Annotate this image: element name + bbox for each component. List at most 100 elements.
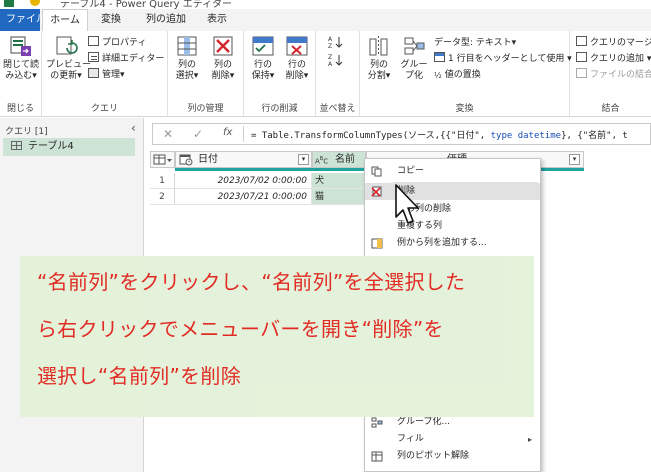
submenu-arrow-icon: ▸ xyxy=(527,435,532,444)
formula-bar: ✕ ✓ fx = Table.TransformColumnTypes(ソース,… xyxy=(152,123,651,145)
remove-columns-button[interactable]: 列の 削除▾ xyxy=(206,34,240,82)
column-header-name[interactable]: ABC 名前 xyxy=(312,151,366,168)
split-column-label-1: 列の xyxy=(369,60,388,70)
group-label-transform: 変換 xyxy=(455,104,474,114)
remove-rows-button[interactable]: 行の 削除▾ xyxy=(280,34,314,82)
ribbon-group-sort: AZ ZA 並べ替え xyxy=(316,31,360,117)
append-queries-label: クエリの追加 ▾ xyxy=(590,54,651,64)
delete-column-icon xyxy=(371,186,383,197)
group-label-sort: 並べ替え xyxy=(319,104,356,114)
query-item-label: テーブル4 xyxy=(28,141,74,152)
menu-item-add-column-from-examples[interactable]: 例から列を追加する... xyxy=(365,235,540,252)
row-number[interactable]: 2 xyxy=(150,189,175,205)
group-by-label-2: プ化 xyxy=(404,71,423,81)
column-from-examples-icon xyxy=(371,238,383,249)
copy-icon xyxy=(371,166,383,177)
tab-view[interactable]: 表示 xyxy=(198,9,236,31)
autosave-icon[interactable] xyxy=(30,0,40,6)
header-row-icon xyxy=(434,52,445,62)
sort-descending-icon: ZA xyxy=(328,54,343,68)
sort-ascending-button[interactable]: AZ xyxy=(326,35,346,53)
group-label-combine: 結合 xyxy=(601,104,620,114)
refresh-label-1: プレビュー xyxy=(46,60,92,70)
cancel-formula-icon[interactable]: ✕ xyxy=(163,127,173,141)
table-menu-button[interactable] xyxy=(150,151,175,168)
remove-columns-icon xyxy=(210,34,236,58)
menu-item-duplicate-column[interactable]: 重複する列 xyxy=(365,218,540,235)
tab-add-column[interactable]: 列の追加 xyxy=(137,9,195,31)
use-first-row-header-label: 1 行目をヘッダーとして使用 ▾ xyxy=(448,54,572,64)
sort-ascending-icon: AZ xyxy=(328,36,343,50)
menu-item-unpivot-label: 列のピボット解除 xyxy=(397,451,470,461)
group-label-query: クエリ xyxy=(90,104,118,114)
query-item[interactable]: テーブル4 xyxy=(3,138,135,156)
manage-icon xyxy=(88,68,99,78)
remove-rows-label-2: 削除▾ xyxy=(285,71,309,81)
use-first-row-header-button[interactable]: 1 行目をヘッダーとして使用 ▾ xyxy=(434,52,572,66)
menu-item-copy-label: コピー xyxy=(397,166,425,176)
combine-files-icon xyxy=(576,68,587,78)
ribbon-group-columns: 列の 選択▾ 列の 削除▾ 列の管理 xyxy=(168,31,244,117)
choose-columns-label-2: 選択▾ xyxy=(175,71,199,81)
formula-input[interactable]: = Table.TransformColumnTypes(ソース,{{"日付",… xyxy=(251,128,628,141)
date-cell[interactable]: 2023/07/02 0:00:00 xyxy=(175,173,312,189)
choose-columns-icon xyxy=(174,34,200,58)
remove-rows-icon xyxy=(284,34,310,58)
remove-columns-label-2: 削除▾ xyxy=(211,71,235,81)
column-filter-dropdown[interactable]: ▾ xyxy=(298,154,309,165)
manage-button[interactable]: 管理▾ xyxy=(88,68,125,82)
choose-columns-button[interactable]: 列の 選択▾ xyxy=(170,34,204,82)
advanced-editor-button[interactable]: 詳細エディター xyxy=(88,52,164,66)
date-cell[interactable]: 2023/07/21 0:00:00 xyxy=(175,189,312,205)
column-filter-dropdown[interactable]: ▾ xyxy=(569,154,580,165)
group-label-rows: 行の削減 xyxy=(261,104,298,114)
table-icon xyxy=(11,141,22,150)
ribbon-group-rows: 行の 保持▾ 行の 削除▾ 行の削減 xyxy=(244,31,316,117)
menu-item-fill[interactable]: フィル ▸ xyxy=(365,431,540,448)
group-by-icon xyxy=(401,34,427,58)
menu-item-unpivot-columns[interactable]: 列のピボット解除 xyxy=(365,448,540,465)
combine-files-button[interactable]: ファイルの結合 xyxy=(576,68,651,82)
group-by-menu-icon xyxy=(371,417,383,428)
close-load-icon xyxy=(8,34,34,58)
ribbon-tabs: ファイル ホーム 変換 列の追加 表示 xyxy=(0,9,651,31)
properties-button[interactable]: プロパティ xyxy=(88,36,146,50)
confirm-formula-icon[interactable]: ✓ xyxy=(193,127,203,141)
merge-queries-button[interactable]: クエリのマージ ▾ xyxy=(576,36,651,50)
name-cell[interactable]: 犬 xyxy=(312,173,366,189)
menu-item-copy[interactable]: コピー xyxy=(365,163,540,180)
replace-values-label: 値の置換 xyxy=(444,70,481,80)
merge-queries-icon xyxy=(576,36,587,46)
append-queries-button[interactable]: クエリの追加 ▾ xyxy=(576,52,651,66)
tab-file[interactable]: ファイル xyxy=(0,9,46,31)
refresh-preview-button[interactable]: プレビュー の更新▾ xyxy=(46,34,92,82)
name-cell[interactable]: 猫 xyxy=(312,189,366,205)
keep-rows-label-2: 保持▾ xyxy=(251,71,275,81)
tab-transform[interactable]: 変換 xyxy=(92,9,130,31)
mouse-pointer-icon xyxy=(394,183,420,227)
fx-icon[interactable]: fx xyxy=(223,127,232,138)
close-load-label-2: み込む▾ xyxy=(5,71,37,81)
group-by-button[interactable]: グルー プ化 xyxy=(398,34,430,82)
ribbon-group-combine: クエリのマージ ▾ クエリの追加 ▾ ファイルの結合 結合 xyxy=(570,31,651,117)
collapse-pane-icon[interactable]: ‹ xyxy=(131,121,136,135)
datatype-label: データ型: テキスト▾ xyxy=(434,38,517,48)
column-header-date[interactable]: 日付 ▾ xyxy=(175,151,312,168)
append-queries-icon xyxy=(576,52,587,62)
datatype-dropdown[interactable]: データ型: テキスト▾ xyxy=(434,36,516,50)
formula-prefix: = Table.TransformColumnTypes(ソース,{{"日付", xyxy=(251,131,491,141)
menu-item-remove-other-columns[interactable]: 他の列の削除 xyxy=(365,201,540,218)
menu-item-delete[interactable]: 削除 xyxy=(365,183,540,200)
sort-descending-button[interactable]: ZA xyxy=(326,53,346,71)
tab-home[interactable]: ホーム xyxy=(42,9,88,31)
keep-rows-button[interactable]: 行の 保持▾ xyxy=(246,34,280,82)
merge-queries-label: クエリのマージ ▾ xyxy=(590,38,651,48)
row-number[interactable]: 1 xyxy=(150,173,175,189)
replace-values-button[interactable]: ½ 値の置換 xyxy=(434,68,481,82)
menu-item-group-by-label: グループ化... xyxy=(397,417,451,427)
close-load-button[interactable]: 閉じて読 み込む▾ xyxy=(2,34,40,82)
annotation-line-2: ら右クリックでメニューバーを開き“削除”を xyxy=(37,317,444,341)
choose-columns-label-1: 列の xyxy=(177,60,196,70)
split-column-button[interactable]: 列の 分割▾ xyxy=(362,34,396,82)
unpivot-icon xyxy=(371,451,383,462)
